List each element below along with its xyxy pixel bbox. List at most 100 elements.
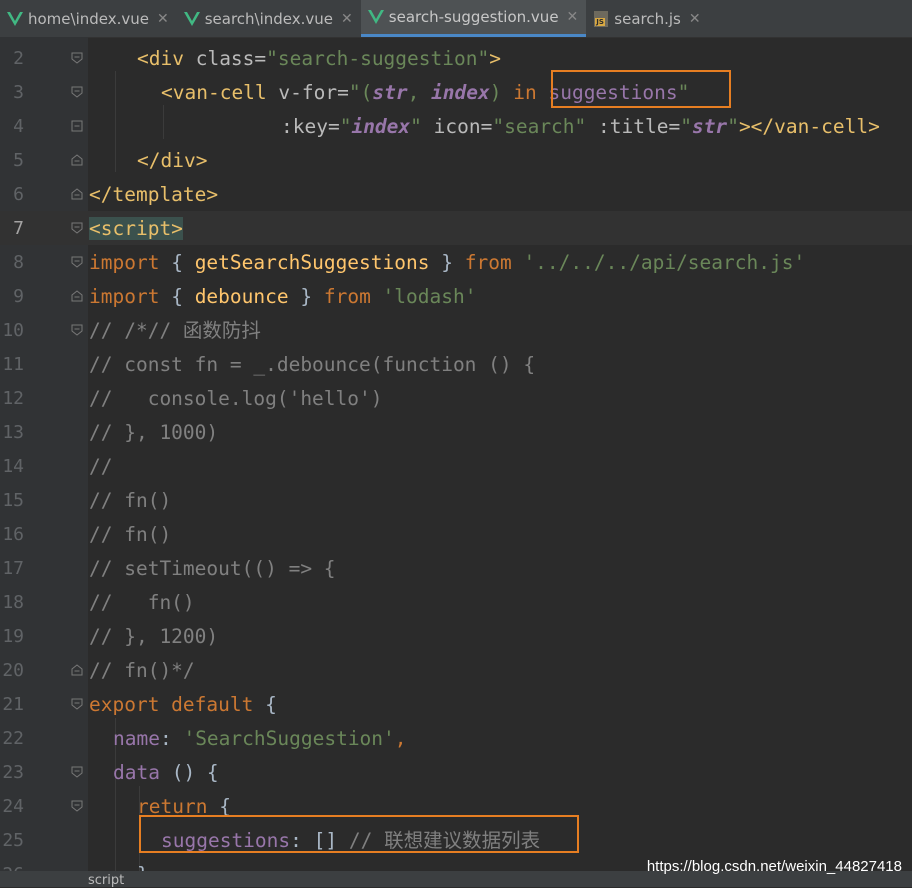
code-line-9[interactable]: 9 import { debounce } from 'lodash' <box>0 279 912 313</box>
code-text: <div class="search-suggestion"> <box>137 47 501 70</box>
code-text: return { <box>137 795 231 818</box>
code-line-11[interactable]: 11 // const fn = _.debounce(function () … <box>0 347 912 381</box>
code-text: } <box>137 863 149 871</box>
code-line-19[interactable]: 19 // }, 1200) <box>0 619 912 653</box>
code-line-7[interactable]: 7 <script> <box>0 211 912 245</box>
code-text: </div> <box>137 149 208 172</box>
breadcrumb-item-script[interactable]: script <box>88 873 124 888</box>
code-text: </template> <box>89 183 219 206</box>
code-text: // }, 1200) <box>89 625 219 648</box>
tab-label: search-suggestion.vue <box>388 8 559 26</box>
code-line-22[interactable]: 22 name: 'SearchSuggestion', <box>0 721 912 755</box>
code-line-4[interactable]: 4 :key="index" icon="search" :title="str… <box>0 109 912 143</box>
js-icon: JS <box>592 10 610 28</box>
code-line-6[interactable]: 6 </template> <box>0 177 912 211</box>
line-number: 7 <box>13 218 24 239</box>
line-number: 8 <box>13 252 24 273</box>
fold-icon[interactable] <box>70 255 84 269</box>
code-line-2[interactable]: 2 <div class="search-suggestion"> <box>0 41 912 75</box>
code-text: // }, 1000) <box>89 421 219 444</box>
code-line-5[interactable]: 5 </div> <box>0 143 912 177</box>
close-icon[interactable]: ✕ <box>567 9 579 25</box>
line-number: 16 <box>2 524 24 545</box>
vue-icon <box>183 10 201 28</box>
line-number: 5 <box>13 150 24 171</box>
line-number: 17 <box>2 558 24 579</box>
code-line-25[interactable]: 25 suggestions: [] // 联想建议数据列表 <box>0 823 912 857</box>
fold-icon[interactable] <box>70 323 84 337</box>
line-number: 22 <box>2 728 24 749</box>
code-line-13[interactable]: 13 // }, 1000) <box>0 415 912 449</box>
editor-tab-bar: home\index.vue ✕ search\index.vue ✕ sear… <box>0 0 912 38</box>
code-text: // fn() <box>89 591 195 614</box>
fold-icon[interactable] <box>70 765 84 779</box>
code-line-15[interactable]: 15 // fn() <box>0 483 912 517</box>
line-number: 4 <box>13 116 24 137</box>
vue-icon <box>6 10 24 28</box>
watermark: https://blog.csdn.net/weixin_44827418 <box>646 858 902 875</box>
fold-icon[interactable] <box>70 153 84 167</box>
code-line-18[interactable]: 18 // fn() <box>0 585 912 619</box>
code-text: import { debounce } from 'lodash' <box>89 285 477 308</box>
close-icon[interactable]: ✕ <box>689 11 701 27</box>
code-text: // fn() <box>89 523 172 546</box>
line-number: 15 <box>2 490 24 511</box>
close-icon[interactable]: ✕ <box>157 11 169 27</box>
line-number: 14 <box>2 456 24 477</box>
fold-icon[interactable] <box>70 663 84 677</box>
code-text: // <box>89 455 113 478</box>
code-line-10[interactable]: 10 // /*// 函数防抖 <box>0 313 912 347</box>
fold-icon[interactable] <box>70 187 84 201</box>
tab-label: search.js <box>614 9 681 28</box>
line-number: 19 <box>2 626 24 647</box>
tab-search-index-vue[interactable]: search\index.vue ✕ <box>177 0 361 37</box>
fold-icon[interactable] <box>70 289 84 303</box>
code-text: // console.log('hello') <box>89 387 383 410</box>
code-text: // const fn = _.debounce(function () { <box>89 353 536 376</box>
tab-search-js[interactable]: JS search.js ✕ <box>586 0 708 37</box>
code-line-17[interactable]: 17 // setTimeout(() => { <box>0 551 912 585</box>
code-line-24[interactable]: 24 return { <box>0 789 912 823</box>
code-line-16[interactable]: 16 // fn() <box>0 517 912 551</box>
line-number: 21 <box>2 694 24 715</box>
line-number: 11 <box>2 354 24 375</box>
code-line-8[interactable]: 8 import { getSearchSuggestions } from '… <box>0 245 912 279</box>
line-number: 12 <box>2 388 24 409</box>
code-text: <van-cell v-for="(str, index) in suggest… <box>161 81 690 104</box>
code-text: data () { <box>113 761 219 784</box>
line-number: 23 <box>2 762 24 783</box>
tab-home-index-vue[interactable]: home\index.vue ✕ <box>0 0 177 37</box>
code-text: :key="index" icon="search" :title="str">… <box>281 115 880 138</box>
code-line-3[interactable]: 3 <van-cell v-for="(str, index) in sugge… <box>0 75 912 109</box>
code-text: <script> <box>89 217 183 240</box>
fold-icon[interactable] <box>70 51 84 65</box>
code-line-14[interactable]: 14 // <box>0 449 912 483</box>
fold-icon[interactable] <box>70 221 84 235</box>
line-number: 6 <box>13 184 24 205</box>
code-line-21[interactable]: 21 export default { <box>0 687 912 721</box>
line-number: 2 <box>13 48 24 69</box>
code-text: // fn() <box>89 489 172 512</box>
code-line-23[interactable]: 23 data () { <box>0 755 912 789</box>
fold-icon[interactable] <box>70 85 84 99</box>
code-text: // fn()*/ <box>89 659 195 682</box>
fold-icon[interactable] <box>70 119 84 133</box>
line-number: 3 <box>13 82 24 103</box>
code-line-12[interactable]: 12 // console.log('hello') <box>0 381 912 415</box>
tab-label: search\index.vue <box>204 9 334 28</box>
close-icon[interactable]: ✕ <box>341 11 353 27</box>
code-text: // /*// 函数防抖 <box>89 319 261 342</box>
code-text: suggestions: [] // 联想建议数据列表 <box>161 829 541 852</box>
code-text: import { getSearchSuggestions } from '..… <box>89 251 806 274</box>
line-number: 9 <box>13 286 24 307</box>
fold-icon[interactable] <box>70 697 84 711</box>
code-line-20[interactable]: 20 // fn()*/ <box>0 653 912 687</box>
line-number: 24 <box>2 796 24 817</box>
line-number: 10 <box>2 320 24 341</box>
fold-icon[interactable] <box>70 799 84 813</box>
code-text: name: 'SearchSuggestion', <box>113 727 407 750</box>
code-text: export default { <box>89 693 277 716</box>
line-number: 25 <box>2 830 24 851</box>
tab-search-suggestion-vue[interactable]: search-suggestion.vue ✕ <box>360 0 587 37</box>
line-number: 20 <box>2 660 24 681</box>
